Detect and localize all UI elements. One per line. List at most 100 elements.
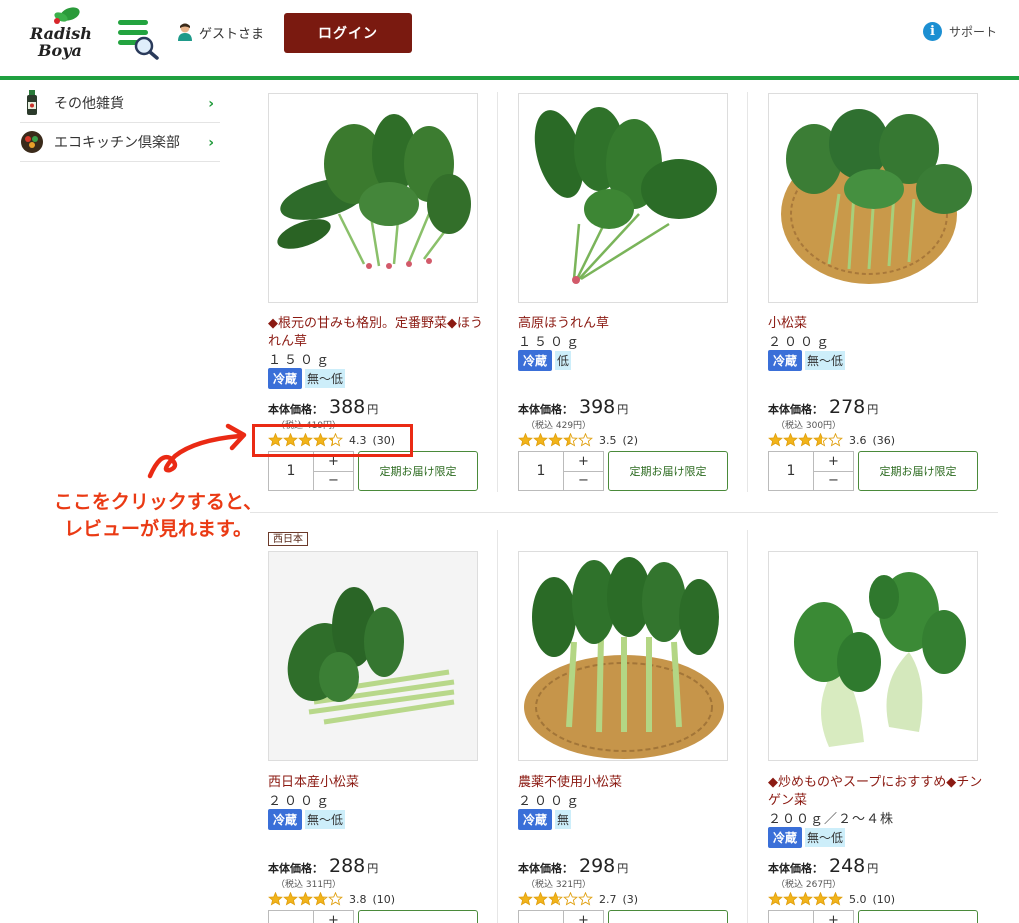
- column-divider: [747, 530, 748, 923]
- product-name[interactable]: ◆炒めものやスープにおすすめ◆チンゲン菜: [768, 774, 983, 810]
- plus-icon[interactable]: +: [314, 911, 353, 923]
- guest-user[interactable]: ゲストさま: [177, 22, 264, 42]
- star-icon: [533, 433, 548, 447]
- review-count: (10): [372, 892, 396, 906]
- product-tags: 冷蔵 無: [518, 809, 572, 830]
- tax-included-price: （税込 267円）: [776, 880, 842, 890]
- radish-boya-logo[interactable]: Radish Boya: [28, 6, 92, 62]
- login-button[interactable]: ログイン: [284, 13, 412, 53]
- column-divider: [497, 530, 498, 923]
- plus-icon[interactable]: +: [564, 452, 603, 472]
- pesticide-badge: 無: [555, 810, 572, 829]
- subscription-only-button[interactable]: [358, 910, 478, 923]
- sidebar-item-eco-kitchen[interactable]: エコキッチン倶楽部 ›: [20, 123, 220, 162]
- quantity-value[interactable]: [519, 911, 564, 923]
- radish-leaf-icon: [54, 7, 80, 24]
- subscription-only-button[interactable]: 定期お届け限定: [358, 451, 478, 491]
- subscription-only-button[interactable]: [858, 910, 978, 923]
- price-unit: 円: [617, 403, 629, 416]
- star-icon: [563, 433, 578, 447]
- review-count: (2): [622, 433, 639, 447]
- menu-search-icon[interactable]: [118, 18, 160, 60]
- sidebar-item-misc-goods[interactable]: その他雑貨 ›: [20, 84, 220, 123]
- product-tags: 冷蔵 無〜低: [768, 827, 846, 848]
- quantity-value[interactable]: [269, 911, 314, 923]
- quantity-stepper[interactable]: +: [768, 910, 854, 923]
- product-rating[interactable]: 3.8 (10): [268, 892, 395, 906]
- product-weight: １５０ｇ: [518, 335, 583, 350]
- star-icon: [548, 892, 563, 906]
- quantity-stepper[interactable]: 1 + −: [518, 451, 604, 491]
- quantity-stepper[interactable]: +: [268, 910, 354, 923]
- product-name[interactable]: ◆根元の甘みも格別。定番野菜◆ほうれん草: [268, 315, 483, 351]
- product-weight: １５０ｇ: [268, 353, 333, 368]
- review-count: (3): [622, 892, 639, 906]
- support-link[interactable]: i サポート: [923, 22, 997, 41]
- minus-icon[interactable]: −: [314, 472, 353, 491]
- star-icon: [783, 433, 798, 447]
- annotation-text: ここをクリックすると、 レビューが見れます。: [38, 489, 278, 543]
- product-weight: ２００ｇ: [768, 335, 833, 350]
- row-divider: [250, 512, 998, 513]
- product-image[interactable]: [268, 551, 478, 761]
- pesticide-badge: 無〜低: [805, 351, 846, 370]
- price-unit: 円: [867, 403, 879, 416]
- logo-text-boya: Boya: [38, 41, 82, 60]
- cold-storage-badge: 冷蔵: [768, 827, 803, 848]
- quantity-value[interactable]: [769, 911, 814, 923]
- product-tags: 冷蔵 無〜低: [768, 350, 846, 371]
- quantity-stepper[interactable]: 1 + −: [768, 451, 854, 491]
- subscription-only-button[interactable]: 定期お届け限定: [608, 451, 728, 491]
- quantity-value[interactable]: 1: [519, 452, 564, 490]
- rating-value: 3.5: [599, 433, 617, 447]
- product-weight: ２００ｇ: [268, 794, 333, 809]
- product-rating[interactable]: 2.7 (3): [518, 892, 638, 906]
- annotation-highlight-box: [252, 424, 413, 457]
- product-image[interactable]: [268, 93, 478, 303]
- quantity-value[interactable]: 1: [769, 452, 814, 490]
- tax-included-price: （税込 429円）: [526, 421, 592, 431]
- price-label: 本体価格：: [768, 862, 823, 875]
- product-rating[interactable]: 5.0 (10): [768, 892, 895, 906]
- star-icon: [313, 892, 328, 906]
- quantity-stepper[interactable]: +: [518, 910, 604, 923]
- star-icon: [518, 433, 533, 447]
- club-icon: [20, 130, 44, 154]
- price-unit: 円: [617, 862, 629, 875]
- plus-icon[interactable]: +: [814, 911, 853, 923]
- quantity-stepper[interactable]: 1 + −: [268, 451, 354, 491]
- price-label: 本体価格：: [268, 403, 323, 416]
- star-icon: [813, 433, 828, 447]
- product-image[interactable]: [518, 551, 728, 761]
- product-image[interactable]: [518, 93, 728, 303]
- star-icon: [268, 892, 283, 906]
- quantity-value[interactable]: 1: [269, 452, 314, 490]
- minus-icon[interactable]: −: [814, 472, 853, 491]
- plus-icon[interactable]: +: [814, 452, 853, 472]
- rating-value: 2.7: [599, 892, 617, 906]
- product-tags: 冷蔵 低: [518, 350, 572, 371]
- minus-icon[interactable]: −: [564, 472, 603, 491]
- plus-icon[interactable]: +: [564, 911, 603, 923]
- star-icon: [828, 892, 843, 906]
- price-value: 288: [329, 855, 366, 877]
- star-rating-icon: [518, 892, 593, 906]
- subscription-only-button[interactable]: [608, 910, 728, 923]
- subscription-only-button[interactable]: 定期お届け限定: [858, 451, 978, 491]
- pesticide-badge: 無〜低: [805, 828, 846, 847]
- rating-value: 3.8: [349, 892, 367, 906]
- pesticide-badge: 無〜低: [305, 369, 346, 388]
- product-weight: ２００ｇ／２〜４株: [768, 812, 895, 827]
- star-rating-icon: [768, 433, 843, 447]
- product-rating[interactable]: 3.5 (2): [518, 433, 638, 447]
- cold-storage-badge: 冷蔵: [268, 368, 303, 389]
- product-image[interactable]: [768, 93, 978, 303]
- tax-included-price: （税込 311円）: [276, 880, 342, 890]
- product-image[interactable]: [768, 551, 978, 761]
- star-icon: [283, 892, 298, 906]
- product-rating[interactable]: 3.6 (36): [768, 433, 895, 447]
- product-price: 本体価格： 278 円: [768, 396, 878, 418]
- product-price: 本体価格： 388 円: [268, 396, 378, 418]
- column-divider: [747, 92, 748, 492]
- cold-storage-badge: 冷蔵: [518, 809, 553, 830]
